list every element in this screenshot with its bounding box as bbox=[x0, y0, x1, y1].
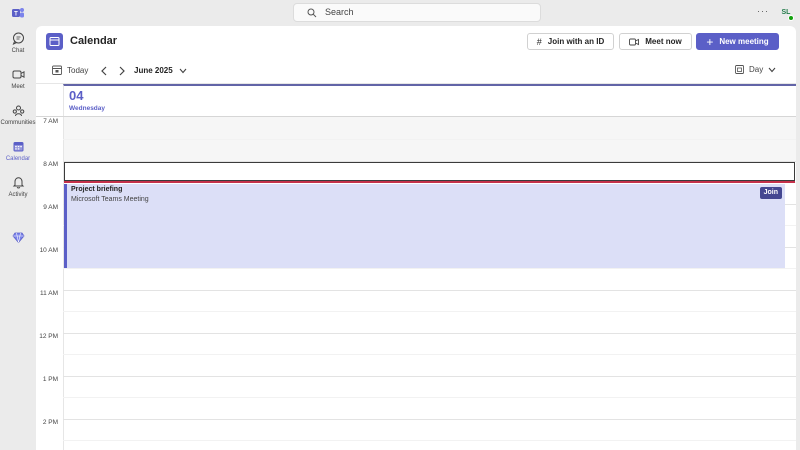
half-hour-line bbox=[63, 397, 796, 398]
search-box[interactable]: Search bbox=[293, 3, 541, 22]
rail-label-calendar: Calendar bbox=[5, 156, 31, 162]
calendar-today-icon bbox=[52, 65, 62, 75]
time-label: 2 PM bbox=[42, 419, 58, 426]
event-project-briefing[interactable]: Project briefing Microsoft Teams Meeting… bbox=[64, 184, 785, 268]
time-label: 9 AM bbox=[43, 204, 58, 211]
chat-icon bbox=[12, 32, 24, 45]
video-icon bbox=[12, 70, 24, 79]
calendar-panel: Calendar # Join with an ID Meet now + Ne… bbox=[36, 26, 796, 450]
month-picker[interactable]: June 2025 bbox=[134, 66, 187, 75]
rail-label-activity: Activity bbox=[8, 192, 28, 198]
half-hour-line bbox=[63, 139, 796, 140]
page-title: Calendar bbox=[70, 35, 118, 47]
diamond-icon bbox=[12, 232, 24, 244]
calendar-header: Calendar # Join with an ID Meet now + Ne… bbox=[36, 26, 796, 58]
event-subtitle: Microsoft Teams Meeting bbox=[71, 196, 149, 203]
calendar-toolbar: Today June 2025 Day bbox=[36, 58, 796, 84]
hour-line bbox=[63, 419, 796, 420]
chevron-right-icon[interactable] bbox=[118, 66, 126, 76]
teams-logo-icon[interactable]: T bbox=[11, 6, 25, 20]
rail-item-communities[interactable]: Communities bbox=[0, 104, 36, 126]
time-label: 12 PM bbox=[39, 333, 58, 340]
time-label: 7 AM bbox=[43, 118, 58, 125]
calendar-app-icon bbox=[46, 33, 63, 50]
hour-line bbox=[63, 333, 796, 334]
rail-item-chat[interactable]: Chat bbox=[0, 32, 36, 54]
rail-label-meet: Meet bbox=[11, 84, 25, 90]
rail-label-communities: Communities bbox=[0, 120, 36, 126]
bell-icon bbox=[12, 177, 24, 189]
title-bar: T Search ··· SL bbox=[0, 0, 800, 26]
communities-icon bbox=[12, 105, 24, 117]
today-label: Today bbox=[67, 65, 89, 75]
chevron-down-icon bbox=[768, 67, 776, 72]
join-meeting-button[interactable]: Join bbox=[759, 187, 782, 199]
day-name: Wednesday bbox=[69, 105, 106, 112]
new-meeting-button[interactable]: + New meeting bbox=[696, 33, 779, 50]
half-hour-line bbox=[63, 311, 796, 312]
view-label: Day bbox=[749, 65, 764, 74]
avatar[interactable]: SL bbox=[778, 6, 794, 21]
hour-line bbox=[63, 376, 796, 377]
rail-item-meet[interactable]: Meet bbox=[0, 68, 36, 90]
time-label: 10 AM bbox=[39, 247, 58, 254]
chevron-left-icon[interactable] bbox=[100, 66, 108, 76]
new-meeting-label: New meeting bbox=[719, 37, 769, 46]
selected-time-slot[interactable] bbox=[64, 162, 795, 181]
month-label: June 2025 bbox=[134, 66, 173, 75]
day-view-icon bbox=[735, 65, 744, 74]
half-hour-line bbox=[63, 440, 796, 441]
day-number: 04 bbox=[69, 88, 84, 103]
video-icon bbox=[629, 38, 640, 45]
hour-line bbox=[63, 290, 796, 291]
rail-item-calendar[interactable]: Calendar bbox=[0, 140, 36, 162]
half-hour-line bbox=[63, 354, 796, 355]
rail-item-activity[interactable]: Activity bbox=[0, 176, 36, 198]
more-options-button[interactable]: ··· bbox=[757, 6, 769, 16]
presence-available-icon bbox=[788, 15, 794, 21]
today-button[interactable]: Today bbox=[52, 65, 88, 75]
plus-icon: + bbox=[706, 34, 714, 49]
day-grid[interactable]: 7 AM 8 AM 9 AM 10 AM 11 AM 12 PM 1 PM 2 … bbox=[36, 116, 796, 450]
chevron-down-icon bbox=[179, 68, 187, 73]
svg-text:T: T bbox=[14, 12, 18, 18]
time-label: 1 PM bbox=[42, 376, 58, 383]
meet-now-label: Meet now bbox=[645, 37, 682, 46]
app-rail: Chat Meet Communities Calendar Activity bbox=[0, 26, 36, 450]
search-placeholder: Search bbox=[325, 7, 354, 17]
time-label: 11 AM bbox=[40, 290, 58, 297]
rail-item-premium[interactable] bbox=[0, 231, 36, 244]
hashtag-icon: # bbox=[536, 36, 542, 47]
join-with-id-label: Join with an ID bbox=[547, 37, 605, 46]
view-switcher[interactable]: Day bbox=[735, 65, 776, 74]
rail-label-chat: Chat bbox=[11, 48, 25, 54]
meet-now-button[interactable]: Meet now bbox=[619, 33, 692, 50]
time-label: 8 AM bbox=[43, 161, 58, 168]
event-title: Project briefing bbox=[71, 186, 123, 193]
join-with-id-button[interactable]: # Join with an ID bbox=[527, 33, 614, 50]
day-header[interactable]: 04 Wednesday bbox=[63, 84, 796, 116]
half-hour-line bbox=[63, 268, 796, 269]
calendar-icon bbox=[13, 142, 23, 152]
search-icon bbox=[307, 8, 317, 18]
current-time-indicator bbox=[64, 181, 795, 183]
